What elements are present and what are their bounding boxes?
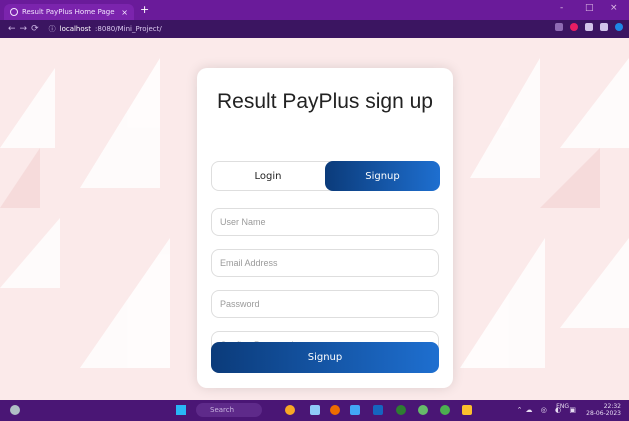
clock[interactable]: ENG 22:32 28-06-2023: [556, 403, 621, 417]
chrome-icon[interactable]: [440, 405, 450, 415]
app-icon[interactable]: [418, 405, 428, 415]
signup-card: Result PayPlus sign up Login Signup: [197, 68, 453, 388]
app-icon[interactable]: [285, 405, 295, 415]
new-tab-button[interactable]: +: [140, 4, 149, 16]
navigation-icons[interactable]: ←→⟳: [8, 24, 43, 34]
info-icon: ⓘ: [48, 25, 56, 33]
browser-tab[interactable]: Result PayPlus Home Page ×: [4, 4, 134, 20]
tab-title: Result PayPlus Home Page: [22, 8, 115, 16]
auth-toggle: Login Signup: [211, 161, 440, 191]
address-bar: ←→⟳ ⓘ localhost:8080/Mini_Project/: [0, 20, 629, 38]
tab-close-icon[interactable]: ×: [121, 8, 128, 17]
page-title: Result PayPlus sign up: [217, 90, 433, 113]
star-icon[interactable]: [570, 23, 578, 31]
profile-avatar[interactable]: [615, 23, 623, 31]
share-icon[interactable]: [555, 23, 563, 31]
minimize-button[interactable]: -: [560, 3, 563, 13]
username-field[interactable]: [211, 208, 439, 236]
app-icon[interactable]: [310, 405, 320, 415]
password-field[interactable]: [211, 290, 439, 318]
language-indicator: ENG: [556, 403, 569, 410]
close-window-button[interactable]: ×: [610, 3, 618, 13]
os-taskbar: Search ⌃☁ ◎ ◐ ▣ ENG 22:32 28-06-2023: [0, 400, 629, 421]
app-icon[interactable]: [396, 405, 406, 415]
signup-button[interactable]: Signup: [211, 342, 439, 373]
extensions-icon[interactable]: [585, 23, 593, 31]
app-icon[interactable]: [330, 405, 340, 415]
time: 22:32: [603, 403, 621, 410]
maximize-button[interactable]: □: [585, 3, 594, 13]
toolbar-icons: [555, 23, 623, 31]
app-icon[interactable]: [462, 405, 472, 415]
folder-icon[interactable]: [373, 405, 383, 415]
email-field[interactable]: [211, 249, 439, 277]
url-path: :8080/Mini_Project/: [95, 25, 162, 33]
windows-start-icon[interactable]: [176, 405, 186, 415]
url-host: localhost: [59, 25, 92, 33]
app-icon[interactable]: [350, 405, 360, 415]
url-field[interactable]: ⓘ localhost:8080/Mini_Project/: [49, 24, 162, 34]
weather-icon[interactable]: [10, 405, 20, 415]
date: 28-06-2023: [586, 410, 621, 417]
taskbar-search[interactable]: Search: [196, 403, 262, 417]
browser-tab-bar: Result PayPlus Home Page × + - □ ×: [0, 0, 629, 20]
tab-signup[interactable]: Signup: [325, 161, 440, 191]
globe-icon: [10, 8, 18, 16]
tab-login[interactable]: Login: [212, 162, 324, 190]
system-tray-icons[interactable]: ⌃☁ ◎ ◐ ▣: [517, 406, 579, 414]
sidebar-icon[interactable]: [600, 23, 608, 31]
